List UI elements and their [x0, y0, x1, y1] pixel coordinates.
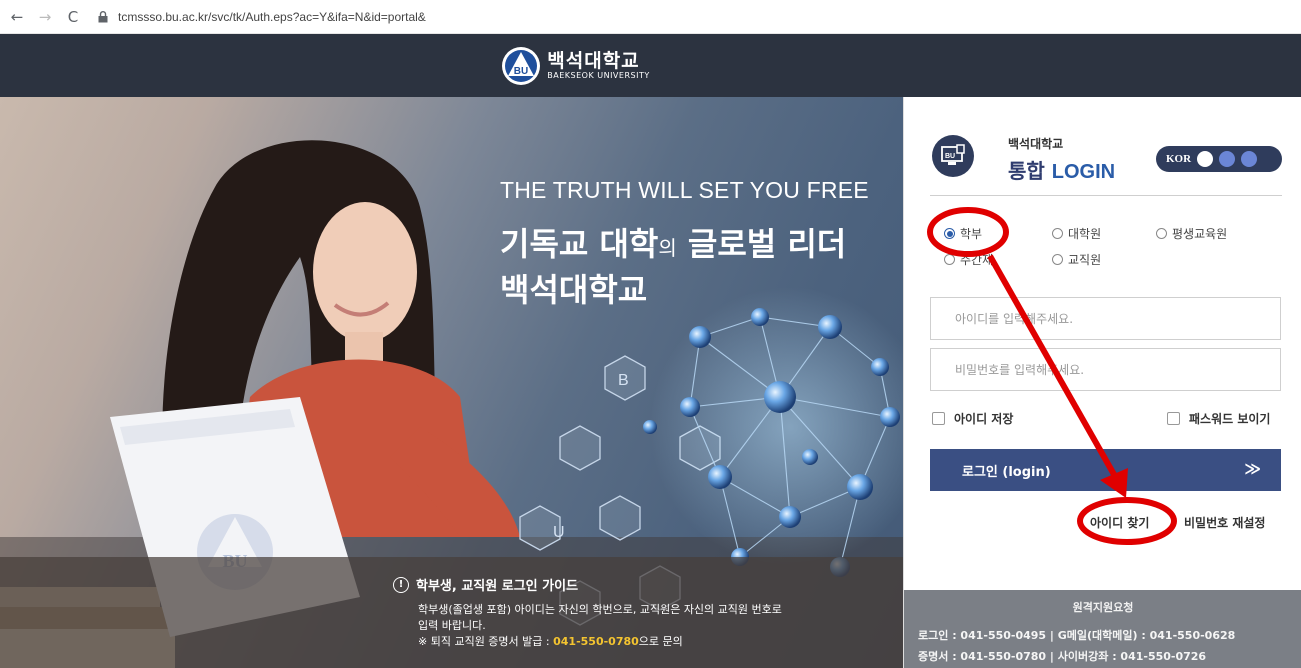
double-arrow-icon: ≫ [1244, 459, 1261, 478]
radio-graduate[interactable]: 대학원 [1052, 225, 1101, 242]
checkbox-box[interactable] [1167, 412, 1180, 425]
guide-line-3: ※ 퇴직 교직원 증명서 발급 : 041-550-0780으로 문의 [418, 635, 683, 648]
site-header: BU 백석대학교 BAEKSEOK UNIVERSITY [0, 34, 1301, 97]
lang-dot-korean[interactable] [1197, 151, 1214, 167]
hero-headline-part1: 기독교 대학 [500, 225, 659, 263]
support-line-1: 로그인 : 041-550-0495 | G메일(대학메일) : 041-550… [918, 629, 1236, 642]
university-logo[interactable]: BU 백석대학교 BAEKSEOK UNIVERSITY [501, 46, 649, 86]
hero-headline: 기독교 대학의 글로벌 리더 [500, 219, 846, 265]
login-button[interactable]: 로그인 (login) ≫ [930, 449, 1281, 491]
radio-lifelong-education[interactable]: 평생교육원 [1156, 225, 1227, 242]
radio-circle[interactable] [1052, 254, 1063, 265]
radio-circle[interactable] [1052, 228, 1063, 239]
guide-title: ! 학부생, 교직원 로그인 가이드 [393, 575, 578, 594]
molecule-letter-b: B [618, 372, 629, 389]
save-id-checkbox[interactable]: 아이디 저장 [932, 410, 1013, 427]
radio-staff[interactable]: 교직원 [1052, 251, 1101, 268]
address-bar[interactable]: tcmssso.bu.ac.kr/svc/tk/Auth.eps?ac=Y&if… [118, 10, 426, 24]
guide-title-text: 학부생, 교직원 로그인 가이드 [416, 579, 579, 594]
login-brand-title: 통합 LOGIN [1008, 159, 1116, 183]
hero-headline-particle: 의 [658, 236, 677, 260]
guide-line-1: 학부생(졸업생 포함) 아이디는 자신의 학번으로, 교직원은 자신의 교직원 … [418, 603, 782, 616]
forward-icon[interactable]: → [34, 6, 56, 28]
support-title: 원격지원요청 [1072, 601, 1134, 614]
back-icon[interactable]: ← [6, 6, 28, 28]
svg-text:BU: BU [945, 153, 955, 160]
reload-icon[interactable]: C [62, 6, 84, 28]
hero-tagline: THE TRUTH WILL SET YOU FREE [500, 177, 869, 203]
hero-headline-part2: 글로벌 리더 [676, 225, 847, 263]
radio-daytime[interactable]: 주간제 [944, 251, 993, 268]
login-guide-box: ! 학부생, 교직원 로그인 가이드 학부생(졸업생 포함) 아이디는 자신의 … [0, 557, 903, 668]
lang-dot-3[interactable] [1241, 151, 1258, 167]
login-monitor-icon: BU [932, 135, 974, 177]
checkbox-box[interactable] [932, 412, 945, 425]
support-line-2: 증명서 : 041-550-0780 | 사이버강좌 : 041-550-072… [918, 650, 1207, 663]
guide-phone: 041-550-0780 [553, 635, 639, 648]
guide-line-2: 입력 바랍니다. [418, 619, 486, 632]
logo-subtitle: BAEKSEOK UNIVERSITY [547, 70, 650, 80]
login-brand-small: 백석대학교 [1008, 137, 1064, 151]
password-input[interactable] [930, 348, 1281, 391]
molecule-letter-u: U [553, 524, 565, 541]
browser-toolbar: ← → C tcmssso.bu.ac.kr/svc/tk/Auth.eps?a… [0, 0, 1301, 34]
login-panel: BU 백석대학교 통합 LOGIN KOR 학부 대학원 평생교육원 주간제 교… [903, 97, 1301, 668]
divider [930, 195, 1282, 196]
show-password-checkbox[interactable]: 패스워드 보이기 [1167, 410, 1270, 427]
university-emblem-icon: BU [502, 46, 541, 85]
language-toggle[interactable]: KOR [1156, 146, 1282, 172]
info-icon: ! [393, 576, 409, 593]
radio-circle[interactable] [1156, 228, 1167, 239]
reset-password-link[interactable]: 비밀번호 재설정 [1184, 514, 1265, 531]
remote-support-box: 원격지원요청 로그인 : 041-550-0495 | G메일(대학메일) : … [904, 590, 1301, 668]
radio-circle[interactable] [944, 228, 955, 239]
find-id-link[interactable]: 아이디 찾기 [1090, 514, 1149, 531]
guide-body: 학부생(졸업생 포함) 아이디는 자신의 학번으로, 교직원은 자신의 교직원 … [418, 602, 878, 650]
language-label: KOR [1166, 153, 1192, 165]
login-button-label: 로그인 (login) [962, 464, 1051, 480]
emblem-text: BU [514, 66, 528, 77]
logo-title: 백석대학교 [547, 49, 640, 72]
radio-undergrad[interactable]: 학부 [944, 225, 982, 242]
lang-dot-2[interactable] [1219, 151, 1236, 167]
radio-circle[interactable] [944, 254, 955, 265]
user-id-input[interactable] [930, 297, 1281, 340]
hero-banner: BU B U [0, 97, 903, 668]
hero-university-name: 백석대학교 [500, 271, 648, 309]
lock-icon [98, 10, 110, 24]
